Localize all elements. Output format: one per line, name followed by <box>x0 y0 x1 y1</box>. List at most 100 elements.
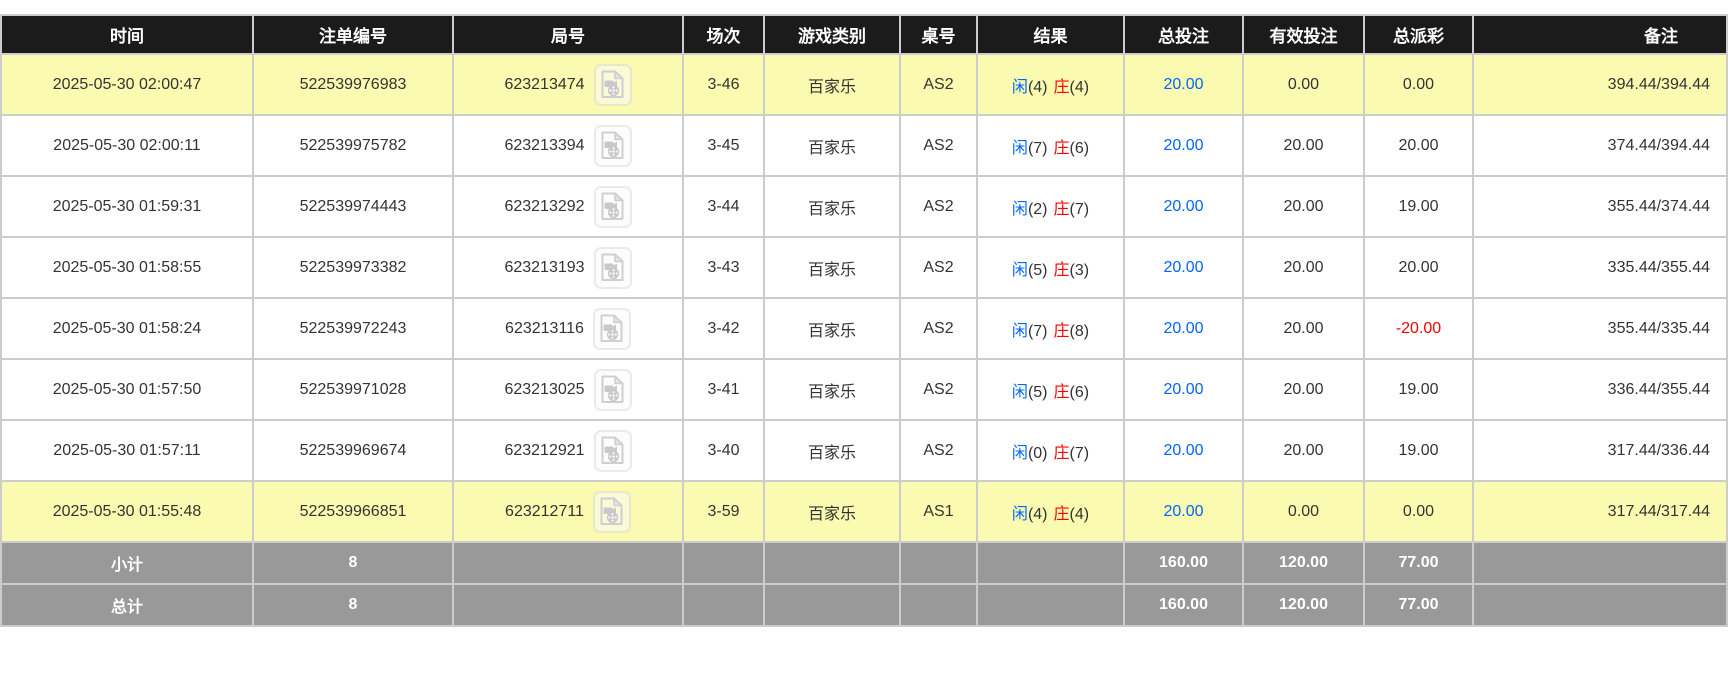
result-banker-score: (6) <box>1069 139 1090 157</box>
cell-result: 闲(0) 庄(7) <box>976 419 1125 482</box>
cell-time: 2025-05-30 01:57:50 <box>0 358 254 421</box>
cell-game-type: 百家乐 <box>763 419 901 482</box>
cell-total-bet: 20.00 <box>1123 297 1244 360</box>
result-banker-label: 庄 <box>1053 261 1070 279</box>
result-player-score: (0) <box>1027 444 1048 462</box>
video-replay-button[interactable] <box>593 185 632 228</box>
result-player-label: 闲 <box>1011 322 1028 340</box>
bet-records-page: 时间 注单编号 局号 场次 游戏类别 桌号 结果 总投注 有效投注 总派彩 备注… <box>0 0 1728 627</box>
cell-payout: 19.00 <box>1363 419 1474 482</box>
cell-round-id: 623212711 <box>452 480 684 543</box>
cell-session: 3-43 <box>682 236 765 299</box>
result-banker-score: (7) <box>1069 200 1090 218</box>
cell-table-no: AS2 <box>899 358 978 421</box>
cell-payout: 0.00 <box>1363 53 1474 116</box>
video-replay-button[interactable] <box>592 490 631 533</box>
cell-remark: 317.44/336.44 <box>1472 419 1728 482</box>
total-table-empty <box>899 583 978 627</box>
video-replay-button[interactable] <box>593 124 632 167</box>
video-replay-button[interactable] <box>593 368 632 411</box>
cell-session: 3-46 <box>682 53 765 116</box>
cell-table-no: AS2 <box>899 236 978 299</box>
cell-valid-bet: 20.00 <box>1242 175 1365 238</box>
cell-remark: 355.44/335.44 <box>1472 297 1728 360</box>
cell-session: 3-44 <box>682 175 765 238</box>
result-player-label: 闲 <box>1011 444 1028 462</box>
cell-table-no: AS2 <box>899 114 978 177</box>
total-result-empty <box>976 583 1125 627</box>
table-row: 2025-05-30 01:58:55 522539973382 6232131… <box>0 236 1728 299</box>
cell-valid-bet: 20.00 <box>1242 297 1365 360</box>
video-replay-button[interactable] <box>592 307 631 350</box>
subtotal-row: 小计 8 160.00 120.00 77.00 <box>0 541 1728 585</box>
column-header-table-no: 桌号 <box>899 14 978 55</box>
video-replay-icon <box>601 70 624 98</box>
table-row: 2025-05-30 01:58:24 522539972243 6232131… <box>0 297 1728 360</box>
cell-time: 2025-05-30 01:58:24 <box>0 297 254 360</box>
table-row: 2025-05-30 01:55:48 522539966851 6232127… <box>0 480 1728 543</box>
cell-game-type: 百家乐 <box>763 236 901 299</box>
cell-game-type: 百家乐 <box>763 480 901 543</box>
cell-time: 2025-05-30 01:58:55 <box>0 236 254 299</box>
cell-time: 2025-05-30 01:55:48 <box>0 480 254 543</box>
column-header-valid-bet: 有效投注 <box>1242 14 1365 55</box>
cell-table-no: AS2 <box>899 175 978 238</box>
cell-round-id: 623213193 <box>452 236 684 299</box>
result-player-score: (5) <box>1027 261 1048 279</box>
result-player-score: (5) <box>1027 383 1048 401</box>
subtotal-count: 8 <box>252 541 454 585</box>
cell-time: 2025-05-30 02:00:47 <box>0 53 254 116</box>
cell-round-id: 623213292 <box>452 175 684 238</box>
cell-result: 闲(5) 庄(6) <box>976 358 1125 421</box>
result-banker-label: 庄 <box>1053 383 1070 401</box>
cell-table-no: AS2 <box>899 53 978 116</box>
result-banker-score: (3) <box>1069 261 1090 279</box>
video-replay-button[interactable] <box>593 63 632 106</box>
table-row: 2025-05-30 01:57:11 522539969674 6232129… <box>0 419 1728 482</box>
round-id-text: 623212711 <box>505 502 584 520</box>
result-player-score: (7) <box>1027 322 1048 340</box>
cell-game-type: 百家乐 <box>763 358 901 421</box>
video-replay-icon <box>601 375 624 403</box>
result-banker-label: 庄 <box>1053 505 1070 523</box>
cell-result: 闲(2) 庄(7) <box>976 175 1125 238</box>
table-row: 2025-05-30 01:59:31 522539974443 6232132… <box>0 175 1728 238</box>
cell-payout: 20.00 <box>1363 114 1474 177</box>
cell-game-type: 百家乐 <box>763 175 901 238</box>
table-footer: 小计 8 160.00 120.00 77.00 总计 8 160.00 120… <box>0 541 1728 627</box>
subtotal-table-empty <box>899 541 978 585</box>
cell-payout: 19.00 <box>1363 358 1474 421</box>
result-banker-score: (4) <box>1069 505 1090 523</box>
cell-round-id: 623213116 <box>452 297 684 360</box>
subtotal-total-bet: 160.00 <box>1123 541 1244 585</box>
total-count: 8 <box>252 583 454 627</box>
column-header-payout: 总派彩 <box>1363 14 1474 55</box>
table-row: 2025-05-30 02:00:47 522539976983 6232134… <box>0 53 1728 116</box>
result-banker-score: (8) <box>1069 322 1090 340</box>
round-id-text: 623212921 <box>504 441 585 459</box>
cell-valid-bet: 20.00 <box>1242 358 1365 421</box>
round-id-text: 623213394 <box>504 136 585 154</box>
column-header-total-bet: 总投注 <box>1123 14 1244 55</box>
cell-bet-id: 522539972243 <box>252 297 454 360</box>
video-replay-button[interactable] <box>593 246 632 289</box>
result-player-label: 闲 <box>1011 383 1028 401</box>
cell-result: 闲(5) 庄(3) <box>976 236 1125 299</box>
result-player-label: 闲 <box>1011 78 1028 96</box>
video-replay-button[interactable] <box>593 429 632 472</box>
subtotal-game-empty <box>763 541 901 585</box>
result-banker-score: (7) <box>1069 444 1090 462</box>
cell-result: 闲(7) 庄(8) <box>976 297 1125 360</box>
round-id-text: 623213193 <box>504 258 585 276</box>
result-player-score: (2) <box>1027 200 1048 218</box>
total-round-empty <box>452 583 684 627</box>
column-header-game-type: 游戏类别 <box>763 14 901 55</box>
cell-payout: 0.00 <box>1363 480 1474 543</box>
cell-remark: 394.44/394.44 <box>1472 53 1728 116</box>
total-row: 总计 8 160.00 120.00 77.00 <box>0 583 1728 627</box>
total-session-empty <box>682 583 765 627</box>
result-player-score: (4) <box>1027 78 1048 96</box>
result-player-label: 闲 <box>1011 200 1028 218</box>
cell-game-type: 百家乐 <box>763 114 901 177</box>
cell-round-id: 623213025 <box>452 358 684 421</box>
